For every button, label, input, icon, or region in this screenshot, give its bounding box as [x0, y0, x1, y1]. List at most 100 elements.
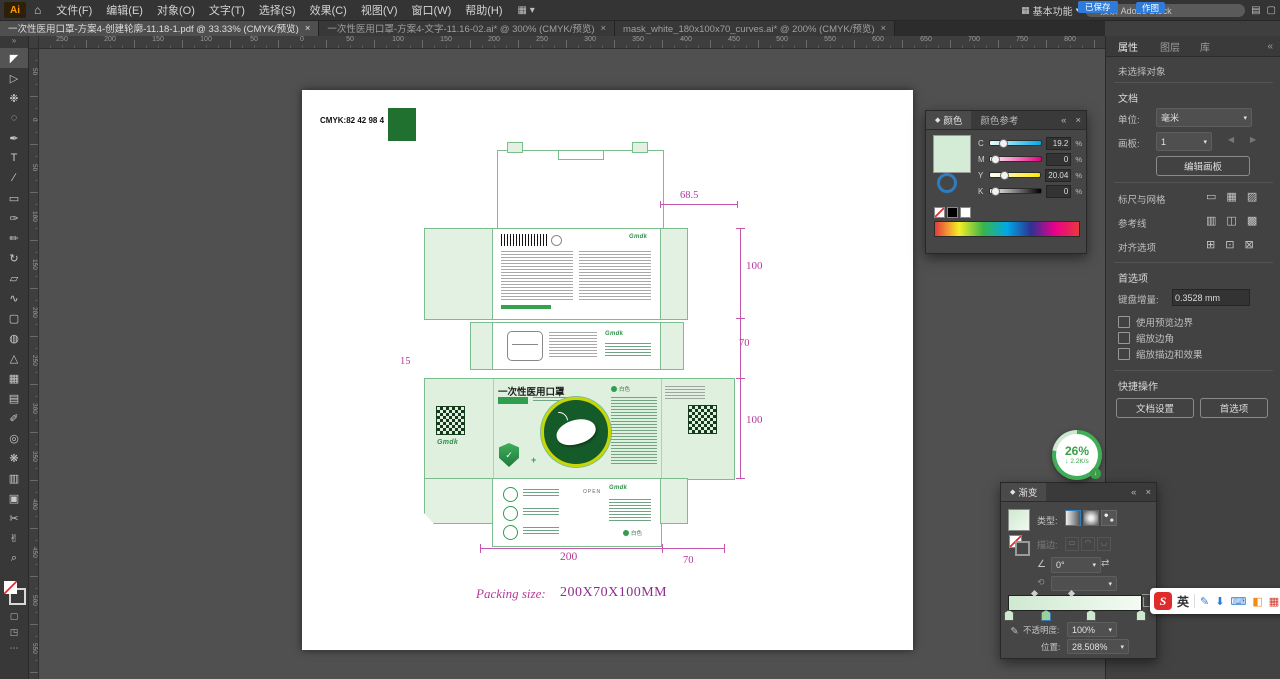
- checkbox[interactable]: [1118, 348, 1130, 360]
- none-swatch[interactable]: [934, 207, 945, 218]
- tab-properties[interactable]: 属性: [1106, 39, 1150, 54]
- gradient-bar[interactable]: [1008, 595, 1142, 611]
- document-tab[interactable]: 一次性医用口罩-方案4-创建轮廓-11.18-1.pdf @ 33.33% (C…: [0, 20, 320, 36]
- plugin-saved-button[interactable]: 已保存: [1078, 1, 1118, 13]
- artboard-select[interactable]: 1 ▾: [1156, 132, 1212, 151]
- skin-icon[interactable]: ◧: [1252, 595, 1262, 608]
- grid-icon[interactable]: ▦: [1226, 190, 1236, 203]
- horizontal-ruler[interactable]: 250 200 150 100 50 0 50 100 150 200 250 300 350 400 45…: [38, 36, 1105, 49]
- stroke-proxy-icon[interactable]: [1015, 541, 1030, 556]
- white-swatch[interactable]: [960, 207, 971, 218]
- radial-gradient-icon[interactable]: [1083, 510, 1099, 526]
- arrange-documents-icon[interactable]: ▦ ▾: [510, 5, 543, 16]
- fill-color-proxy[interactable]: [933, 135, 971, 173]
- close-icon[interactable]: ×: [881, 23, 887, 34]
- collapse-icon[interactable]: «: [1127, 487, 1140, 498]
- show-guides-icon[interactable]: ▥: [1206, 214, 1216, 227]
- draw-normal-icon[interactable]: ▢: [0, 611, 28, 627]
- menu-item[interactable]: 帮助(H): [458, 2, 509, 18]
- perspective-grid-tool[interactable]: △: [0, 348, 28, 368]
- channel-value-field[interactable]: 0: [1045, 152, 1072, 166]
- close-icon[interactable]: ×: [1070, 115, 1086, 126]
- width-tool[interactable]: ∿: [0, 288, 28, 308]
- artboard-tool[interactable]: ▣: [0, 488, 28, 508]
- tab-gradient[interactable]: ◆ 渐变: [1001, 483, 1047, 501]
- channel-value-field[interactable]: 19.2: [1045, 136, 1072, 150]
- tab-layers[interactable]: 图层: [1150, 39, 1190, 54]
- paintbrush-tool[interactable]: ✑: [0, 208, 28, 228]
- snap-grid-icon[interactable]: ⊞: [1206, 238, 1215, 251]
- direct-selection-tool[interactable]: ▷: [0, 68, 28, 88]
- menu-item[interactable]: 视图(V): [354, 2, 405, 18]
- keyboard-icon[interactable]: ⌨: [1230, 595, 1246, 608]
- fill-swatch[interactable]: [4, 581, 17, 594]
- illustrator-logo[interactable]: Ai: [4, 2, 26, 18]
- collapse-icon[interactable]: «: [1259, 41, 1280, 52]
- reverse-gradient-icon[interactable]: ⇄: [1101, 558, 1109, 569]
- mesh-tool[interactable]: ▦: [0, 368, 28, 388]
- channel-value-field[interactable]: 0: [1045, 184, 1072, 198]
- gradient-tool[interactable]: ▤: [0, 388, 28, 408]
- hand-tool[interactable]: ✌: [0, 528, 28, 548]
- black-swatch[interactable]: [947, 207, 958, 218]
- annotator-select[interactable]: ▾: [1051, 576, 1117, 591]
- gradient-stop[interactable]: [1040, 610, 1051, 621]
- menu-item[interactable]: 窗口(W): [405, 2, 459, 18]
- collapse-icon[interactable]: «: [1057, 115, 1070, 126]
- rotate-tool[interactable]: ↻: [0, 248, 28, 268]
- menu-item[interactable]: 选择(S): [252, 2, 303, 18]
- slider-knob[interactable]: [999, 171, 1009, 180]
- document-setup-button[interactable]: 文档设置: [1116, 398, 1194, 418]
- shape-builder-tool[interactable]: ◍: [0, 328, 28, 348]
- zoom-tool[interactable]: ⌕: [0, 548, 28, 568]
- grid-icon[interactable]: ▦: [1269, 595, 1279, 608]
- color-slider[interactable]: [988, 155, 1042, 164]
- selection-tool[interactable]: ◤: [0, 48, 28, 68]
- free-transform-tool[interactable]: ▢: [0, 308, 28, 328]
- draw-behind-icon[interactable]: ◳: [0, 627, 28, 643]
- transparency-grid-icon[interactable]: ▨: [1247, 190, 1257, 203]
- pen-icon[interactable]: ✎: [1200, 595, 1209, 608]
- menu-item[interactable]: 文字(T): [202, 2, 252, 18]
- checkbox[interactable]: [1118, 316, 1130, 328]
- type-tool[interactable]: T: [0, 148, 28, 168]
- tab-libraries[interactable]: 库: [1190, 39, 1220, 54]
- position-select[interactable]: 28.508% ▾: [1067, 639, 1129, 654]
- slice-tool[interactable]: ✂: [0, 508, 28, 528]
- document-tab[interactable]: mask_white_180x100x70_curves.ai* @ 200% …: [615, 20, 896, 36]
- keyboard-increment-field[interactable]: 0.3528 mm: [1172, 289, 1250, 306]
- network-speed-badge[interactable]: 26% ↓ 2.2K/s ↓: [1052, 430, 1102, 480]
- ruler-origin-corner[interactable]: [28, 36, 39, 49]
- artboard[interactable]: CMYK:82 42 98 4 Gmdk Gmdk Gmdk 一次性医用口罩 +…: [302, 90, 913, 650]
- menu-item[interactable]: 对象(O): [150, 2, 202, 18]
- gradient-stop[interactable]: [1004, 610, 1014, 621]
- smart-guides-icon[interactable]: ▩: [1247, 214, 1257, 227]
- menu-item[interactable]: 文件(F): [49, 2, 99, 18]
- color-slider[interactable]: [988, 171, 1042, 180]
- document-tab[interactable]: 一次性医用口罩-方案4-文字-11.16-02.ai* @ 300% (CMYK…: [319, 20, 616, 36]
- vertical-ruler[interactable]: 50 0 50 100 150 200 250 300 350 400 450 500 550: [28, 48, 39, 679]
- gradient-slider[interactable]: [1004, 589, 1146, 621]
- channel-value-field[interactable]: 20.04: [1045, 168, 1072, 182]
- sogou-logo[interactable]: S: [1154, 592, 1172, 610]
- workspace-switcher[interactable]: ▦ 基本功能▾: [1021, 3, 1079, 18]
- home-icon[interactable]: ⌂: [26, 3, 49, 17]
- eyedropper-tool[interactable]: ✐: [0, 408, 28, 428]
- close-icon[interactable]: ×: [1140, 487, 1156, 498]
- scale-tool[interactable]: ▱: [0, 268, 28, 288]
- slider-knob[interactable]: [999, 139, 1009, 148]
- units-select[interactable]: 毫米 ▾: [1156, 108, 1252, 127]
- plugin-draw-button[interactable]: 作图: [1136, 2, 1166, 13]
- download-icon[interactable]: ⬇: [1215, 595, 1224, 608]
- gradient-stop[interactable]: [1085, 610, 1096, 621]
- snap-point-icon[interactable]: ⊡: [1225, 238, 1234, 251]
- pencil-tool[interactable]: ✏: [0, 228, 28, 248]
- ruler-icon[interactable]: ▭: [1206, 190, 1216, 203]
- pen-tool[interactable]: ✒: [0, 128, 28, 148]
- stroke-color-proxy[interactable]: [937, 173, 957, 193]
- preferences-button[interactable]: 首选项: [1200, 398, 1268, 418]
- color-spectrum-bar[interactable]: [934, 221, 1080, 237]
- tab-color[interactable]: ◆ 颜色: [926, 111, 972, 129]
- lasso-tool[interactable]: ◌: [0, 108, 28, 128]
- snap-pixel-icon[interactable]: ⊠: [1244, 238, 1253, 251]
